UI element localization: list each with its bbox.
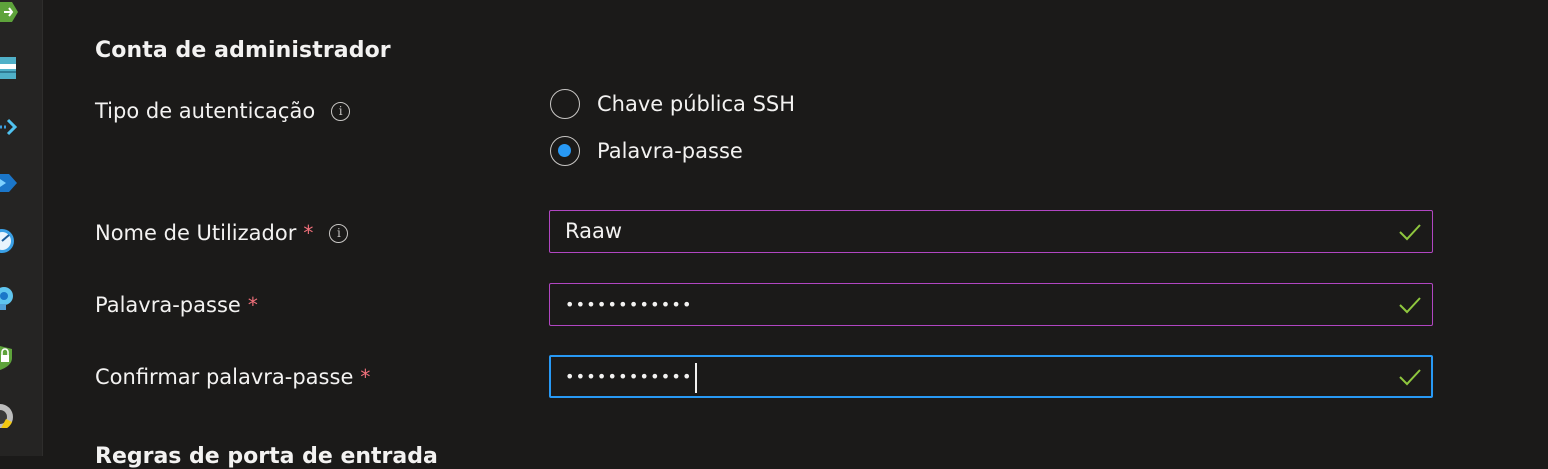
- gauge-icon[interactable]: [0, 228, 20, 254]
- confirm-password-value: ••••••••••••: [565, 367, 693, 386]
- storage-icon[interactable]: [0, 56, 20, 82]
- radio-password[interactable]: Palavra-passe: [550, 136, 743, 166]
- radio-button[interactable]: [550, 89, 580, 119]
- info-icon[interactable]: i: [329, 224, 348, 243]
- password-value: ••••••••••••: [565, 284, 693, 325]
- arrow-chevron-icon[interactable]: [0, 114, 20, 140]
- confirm-password-label: Confirmar palavra-passe: [95, 365, 353, 389]
- required-asterisk: *: [360, 365, 370, 389]
- password-field[interactable]: ••••••••••••: [549, 283, 1433, 326]
- username-field[interactable]: Raaw: [549, 210, 1433, 253]
- username-label-row: Nome de Utilizador * i: [95, 221, 348, 245]
- auth-type-label-row: Tipo de autenticação i: [95, 99, 350, 123]
- checkmark-icon: [1399, 368, 1421, 386]
- diamond-icon[interactable]: [0, 170, 20, 196]
- auth-type-label: Tipo de autenticação: [95, 99, 315, 123]
- left-service-sidebar: [0, 0, 43, 456]
- checkmark-icon: [1399, 223, 1421, 241]
- username-value: Raaw: [565, 211, 622, 252]
- confirm-password-input: ••••••••••••: [565, 357, 697, 396]
- lock-shield-icon[interactable]: [0, 344, 20, 370]
- radio-label: Palavra-passe: [597, 139, 743, 163]
- section-title: Conta de administrador: [95, 38, 391, 63]
- password-label: Palavra-passe: [95, 293, 241, 317]
- vm-settings-panel: Conta de administrador Tipo de autentica…: [43, 0, 1548, 456]
- radio-button-selected[interactable]: [550, 136, 580, 166]
- next-section-title: Regras de porta de entrada: [95, 444, 438, 469]
- required-asterisk: *: [248, 293, 258, 317]
- confirm-password-field[interactable]: ••••••••••••: [549, 355, 1433, 398]
- cloud-gear-icon[interactable]: [0, 286, 20, 312]
- radio-label: Chave pública SSH: [597, 92, 795, 116]
- disk-icon[interactable]: [0, 402, 20, 428]
- required-asterisk: *: [303, 221, 313, 245]
- username-label: Nome de Utilizador: [95, 221, 296, 245]
- text-cursor: [695, 363, 697, 393]
- confirm-password-label-row: Confirmar palavra-passe *: [95, 365, 370, 389]
- info-icon[interactable]: i: [331, 102, 350, 121]
- checkmark-icon: [1399, 296, 1421, 314]
- radio-ssh-public-key[interactable]: Chave pública SSH: [550, 89, 795, 119]
- password-label-row: Palavra-passe *: [95, 293, 258, 317]
- diamond-arrow-icon[interactable]: [0, 0, 20, 26]
